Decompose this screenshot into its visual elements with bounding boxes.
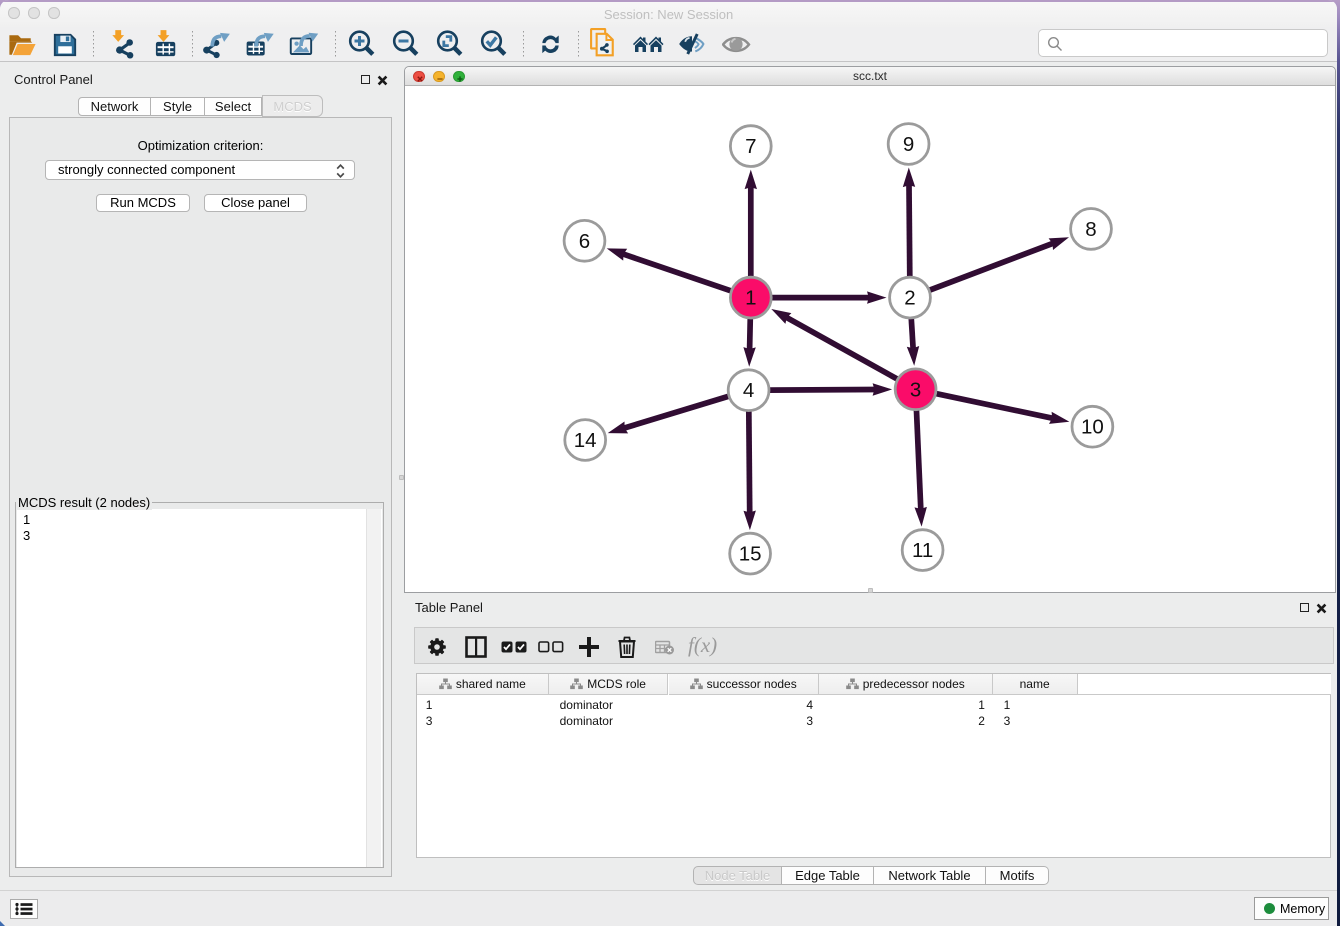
svg-text:6: 6 — [579, 229, 590, 252]
svg-text:7: 7 — [745, 135, 756, 158]
svg-text:1: 1 — [745, 286, 756, 309]
svg-text:4: 4 — [743, 379, 754, 402]
svg-text:15: 15 — [739, 542, 762, 565]
svg-text:3: 3 — [910, 378, 921, 401]
svg-text:2: 2 — [904, 286, 915, 309]
svg-text:9: 9 — [903, 133, 914, 156]
svg-text:11: 11 — [912, 539, 933, 562]
svg-text:8: 8 — [1085, 217, 1096, 240]
svg-text:14: 14 — [574, 429, 597, 452]
svg-text:10: 10 — [1081, 415, 1104, 438]
